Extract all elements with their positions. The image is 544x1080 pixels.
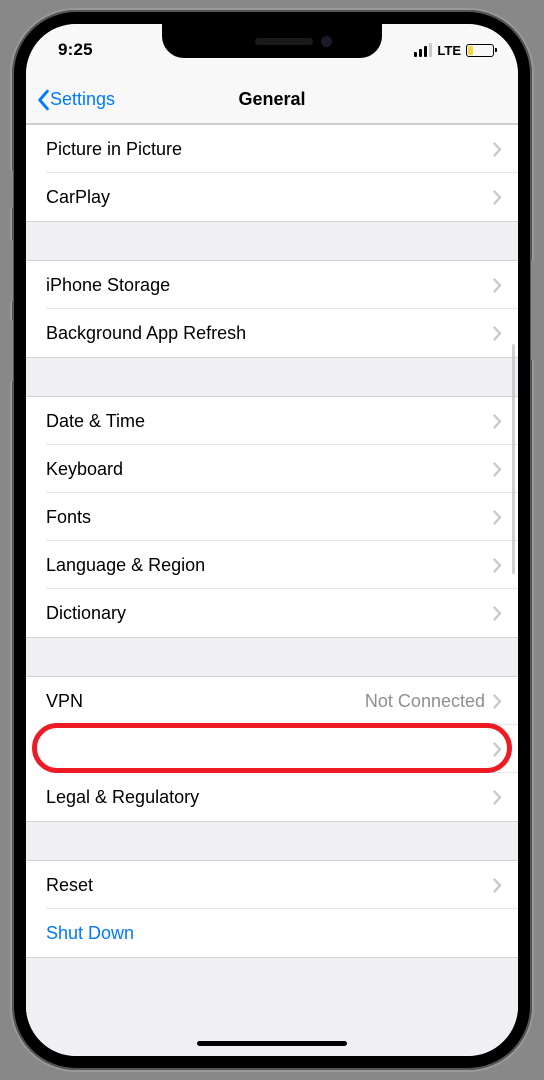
settings-row[interactable]: VPNNot Connected (26, 677, 518, 725)
chevron-right-icon (493, 142, 502, 157)
row-label: Shut Down (46, 923, 502, 944)
settings-row[interactable]: Legal & Regulatory (26, 773, 518, 821)
back-button[interactable]: Settings (26, 89, 121, 111)
chevron-right-icon (493, 606, 502, 621)
row-label: CarPlay (46, 187, 493, 208)
chevron-right-icon (493, 742, 502, 757)
row-label: Reset (46, 875, 493, 896)
row-label: Picture in Picture (46, 139, 493, 160)
settings-group: Date & Time Keyboard Fonts Language & Regio… (26, 396, 518, 638)
chevron-right-icon (493, 878, 502, 893)
content-area[interactable]: Picture in Picture CarPlay iPhone Storage B… (26, 124, 518, 1056)
section-separator (26, 222, 518, 260)
status-time: 9:25 (58, 40, 93, 60)
row-label: VPN (46, 691, 365, 712)
row-label: Date & Time (46, 411, 493, 432)
chevron-right-icon (493, 462, 502, 477)
row-label: Background App Refresh (46, 323, 493, 344)
chevron-right-icon (493, 510, 502, 525)
settings-row[interactable]: iPhone Storage (26, 261, 518, 309)
power-button (531, 260, 535, 360)
settings-group: Reset Shut Down (26, 860, 518, 958)
chevron-right-icon (493, 414, 502, 429)
back-label: Settings (50, 89, 115, 110)
settings-row[interactable]: Date & Time (26, 397, 518, 445)
section-separator (26, 358, 518, 396)
chevron-right-icon (493, 790, 502, 805)
battery-icon (466, 44, 494, 57)
section-separator (26, 638, 518, 676)
settings-row[interactable]: Background App Refresh (26, 309, 518, 357)
scrollbar-thumb[interactable] (512, 344, 515, 574)
settings-group: Picture in Picture CarPlay (26, 124, 518, 222)
settings-row[interactable]: Picture in Picture (26, 125, 518, 173)
cell-signal-icon (414, 43, 433, 57)
bottom-spacer (26, 958, 518, 1038)
speaker-icon (255, 38, 313, 45)
settings-row[interactable]: Dictionary (26, 589, 518, 637)
row-label: Dictionary (46, 603, 493, 624)
row-label: Keyboard (46, 459, 493, 480)
notch (162, 24, 382, 58)
settings-group: iPhone Storage Background App Refresh (26, 260, 518, 358)
chevron-right-icon (493, 558, 502, 573)
nav-bar: Settings General (26, 76, 518, 124)
row-label: iPhone Storage (46, 275, 493, 296)
camera-icon (321, 36, 332, 47)
row-detail: Not Connected (365, 691, 493, 712)
settings-row[interactable]: Reset (26, 861, 518, 909)
row-label: Language & Region (46, 555, 493, 576)
chevron-right-icon (493, 326, 502, 341)
row-label: Legal & Regulatory (46, 787, 493, 808)
volume-down-button (9, 320, 13, 382)
volume-up-button (9, 240, 13, 302)
settings-row[interactable]: Language & Region (26, 541, 518, 589)
phone-frame: 9:25 LTE Settings General Picture in Pic… (12, 10, 532, 1070)
chevron-right-icon (493, 190, 502, 205)
status-icons: LTE (414, 43, 494, 58)
settings-row[interactable] (26, 725, 518, 773)
section-separator (26, 822, 518, 860)
screen: 9:25 LTE Settings General Picture in Pic… (26, 24, 518, 1056)
chevron-right-icon (493, 278, 502, 293)
settings-row[interactable]: Keyboard (26, 445, 518, 493)
network-type: LTE (437, 43, 461, 58)
home-indicator[interactable] (197, 1041, 347, 1046)
row-label: Fonts (46, 507, 493, 528)
settings-row[interactable]: Fonts (26, 493, 518, 541)
silent-switch (9, 170, 13, 208)
settings-row[interactable]: Shut Down (26, 909, 518, 957)
settings-group: VPNNot Connected Legal & Regulatory (26, 676, 518, 822)
chevron-left-icon (36, 89, 50, 111)
chevron-right-icon (493, 694, 502, 709)
settings-row[interactable]: CarPlay (26, 173, 518, 221)
